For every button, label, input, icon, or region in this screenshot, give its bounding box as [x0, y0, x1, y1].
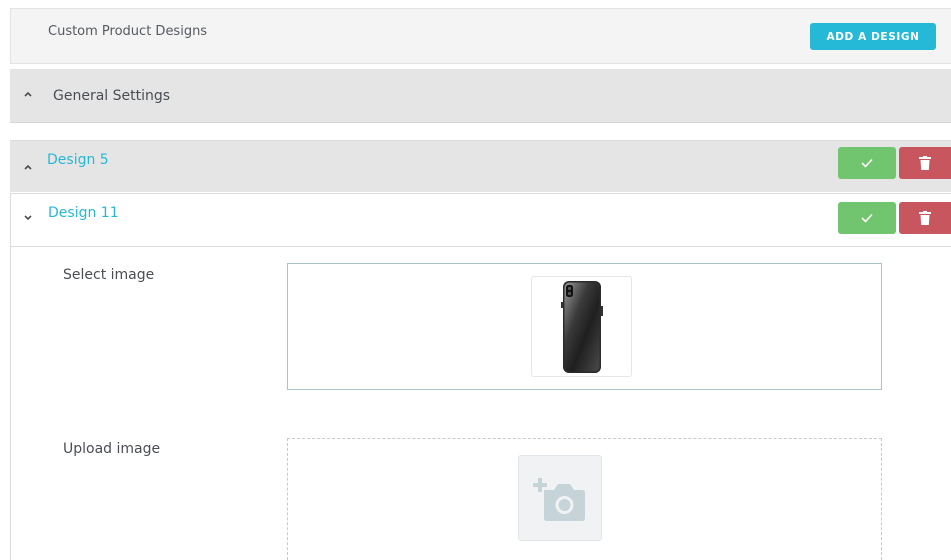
- add-design-button[interactable]: ADD A DESIGN: [810, 23, 936, 50]
- selected-image-thumbnail[interactable]: [531, 276, 632, 377]
- chevron-up-icon: [24, 90, 32, 100]
- trash-icon: [919, 211, 931, 225]
- checkmark-icon: [861, 213, 873, 223]
- delete-design-button[interactable]: [899, 147, 951, 179]
- page-header: Custom Product Designs ADD A DESIGN: [10, 8, 951, 64]
- design-title[interactable]: Design 11: [48, 205, 119, 221]
- design-panel-header[interactable]: Design 11: [10, 193, 951, 247]
- general-settings-label: General Settings: [53, 88, 171, 104]
- trash-icon: [919, 156, 931, 170]
- add-camera-icon: [533, 478, 585, 521]
- select-image-label: Select image: [63, 267, 155, 283]
- chevron-down-icon: [24, 214, 32, 224]
- design-panel-header[interactable]: Design 5: [10, 140, 951, 192]
- checkmark-icon: [861, 158, 873, 168]
- page-title: Custom Product Designs: [48, 24, 208, 39]
- upload-image-button[interactable]: [518, 455, 602, 541]
- confirm-design-button[interactable]: [838, 202, 896, 234]
- phone-product-image: [560, 280, 603, 373]
- delete-design-button[interactable]: [899, 202, 951, 234]
- upload-image-label: Upload image: [63, 441, 161, 457]
- chevron-up-icon: [24, 163, 32, 173]
- confirm-design-button[interactable]: [838, 147, 896, 179]
- design-title[interactable]: Design 5: [47, 152, 109, 168]
- general-settings-panel-header[interactable]: General Settings: [10, 69, 951, 123]
